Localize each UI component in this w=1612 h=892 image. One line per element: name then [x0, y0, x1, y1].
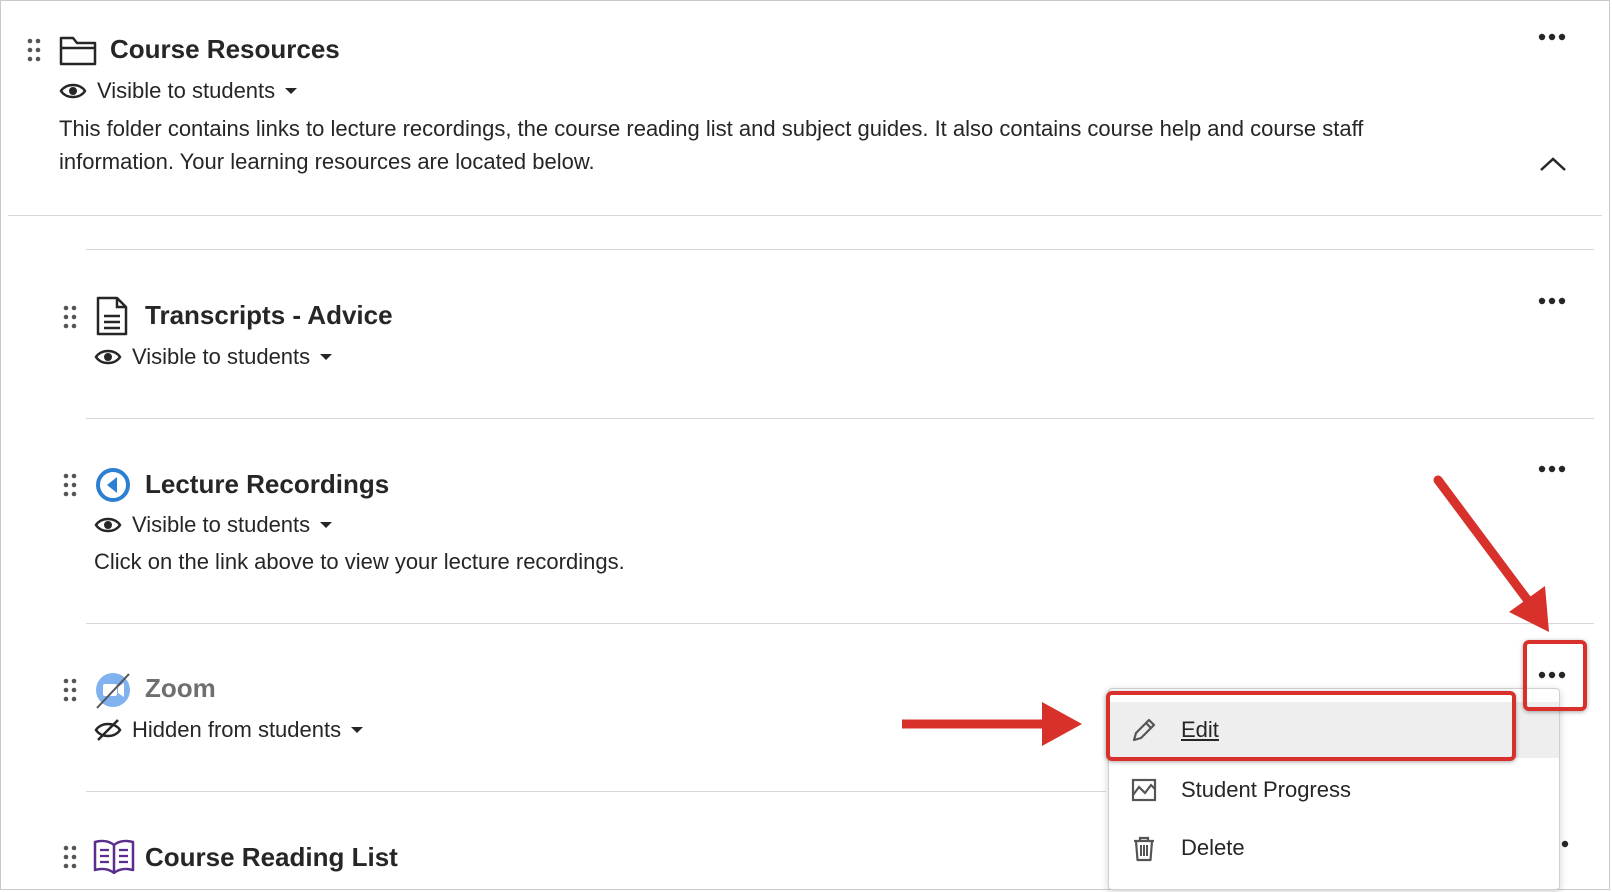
item-description: Click on the link above to view your lec…: [94, 549, 625, 574]
drag-handle-icon[interactable]: [63, 305, 77, 329]
folder-visibility-dropdown[interactable]: Visible to students: [59, 78, 298, 104]
more-options-icon[interactable]: [1537, 462, 1567, 476]
eye-icon: [94, 349, 122, 365]
item-divider: [86, 791, 1106, 792]
document-icon: [96, 296, 128, 336]
item-divider: [86, 623, 1594, 624]
chevron-up-icon[interactable]: [1539, 156, 1567, 172]
item-visibility-label: Hidden from students: [132, 717, 342, 742]
caret-down-icon: [351, 727, 364, 733]
folder-description-line: This folder contains links to lecture re…: [59, 116, 1364, 141]
item-divider: [86, 249, 1594, 250]
menu-item-delete[interactable]: Delete: [1109, 820, 1559, 876]
item-title[interactable]: Zoom: [145, 673, 216, 704]
item-divider: [86, 418, 1594, 419]
caret-down-icon: [320, 354, 333, 360]
more-options-icon-partial[interactable]: [1560, 839, 1570, 849]
menu-item-label: Student Progress: [1181, 777, 1351, 802]
item-visibility-dropdown[interactable]: Visible to students: [94, 344, 333, 370]
folder-visibility-label: Visible to students: [97, 78, 276, 103]
folder-description-line: information. Your learning resources are…: [59, 149, 595, 174]
eye-icon: [94, 517, 122, 533]
reading-list-icon: [93, 839, 135, 874]
eye-slash-icon: [94, 719, 122, 741]
more-options-icon[interactable]: [1537, 30, 1567, 44]
item-visibility-dropdown[interactable]: Hidden from students: [94, 717, 364, 743]
student-progress-icon: [1131, 778, 1157, 802]
eye-icon: [59, 83, 87, 99]
drag-handle-icon[interactable]: [63, 473, 77, 497]
caret-down-icon: [285, 88, 298, 94]
annotation-highlight-more-options: [1523, 640, 1587, 711]
play-back-circle-icon: [96, 468, 130, 502]
drag-handle-icon[interactable]: [27, 38, 41, 62]
item-visibility-label: Visible to students: [132, 512, 311, 537]
drag-handle-icon[interactable]: [63, 845, 77, 869]
item-title[interactable]: Transcripts - Advice: [145, 300, 393, 331]
menu-item-label: Delete: [1181, 835, 1245, 860]
item-visibility-dropdown[interactable]: Visible to students: [94, 512, 333, 538]
more-options-icon[interactable]: [1537, 294, 1567, 308]
drag-handle-icon[interactable]: [63, 678, 77, 702]
item-visibility-label: Visible to students: [132, 344, 311, 369]
zoom-icon: [96, 673, 130, 709]
folder-title[interactable]: Course Resources: [110, 34, 340, 65]
item-title[interactable]: Course Reading List: [145, 842, 398, 873]
folder-description: This folder contains links to lecture re…: [59, 112, 1499, 178]
annotation-highlight-edit: [1106, 691, 1516, 761]
trash-icon: [1134, 836, 1154, 862]
section-divider: [8, 215, 1602, 216]
folder-icon: [59, 36, 97, 66]
caret-down-icon: [320, 522, 333, 528]
menu-item-student-progress[interactable]: Student Progress: [1109, 762, 1559, 818]
item-title[interactable]: Lecture Recordings: [145, 469, 389, 500]
